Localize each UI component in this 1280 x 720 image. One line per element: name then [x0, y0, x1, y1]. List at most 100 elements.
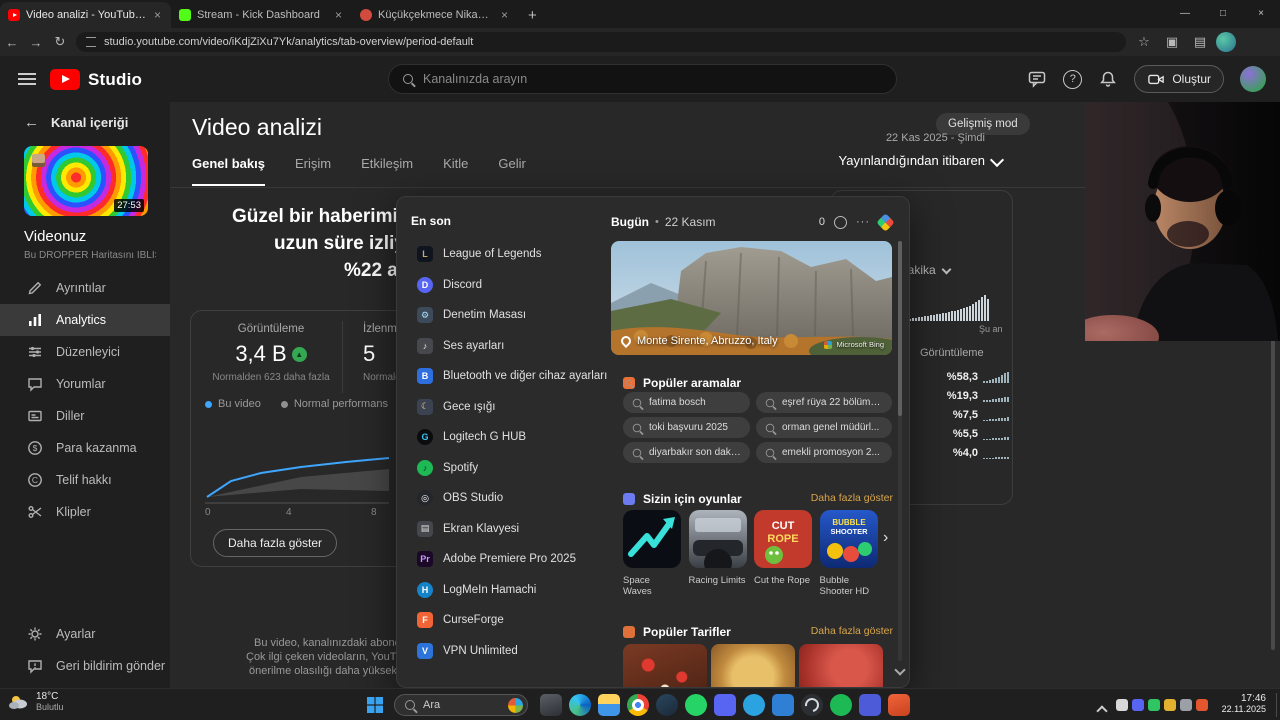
- analytics-tab-etkileşim[interactable]: Etkileşim: [361, 156, 413, 186]
- video-thumbnail[interactable]: 27:53: [24, 146, 148, 216]
- url-bar[interactable]: studio.youtube.com/video/iKdjZiXu7Yk/ana…: [76, 32, 1126, 52]
- more-options-icon[interactable]: ···: [856, 216, 870, 228]
- reading-list-icon[interactable]: ▤: [1188, 34, 1212, 50]
- explorer-icon[interactable]: [598, 694, 620, 716]
- recipe-thumbnail[interactable]: [711, 644, 795, 687]
- tray-icon-5[interactable]: [1180, 699, 1192, 711]
- tab-close-icon[interactable]: ×: [499, 8, 510, 22]
- taskbar-search-input[interactable]: Ara: [394, 694, 528, 716]
- back-icon[interactable]: ←: [0, 35, 24, 50]
- game-card-racing[interactable]: Racing Limits: [688, 510, 747, 597]
- refresh-icon[interactable]: [834, 215, 847, 229]
- analytics-tab-genel-bakış[interactable]: Genel bakış: [192, 156, 265, 186]
- sidebar-item-copyright[interactable]: C Telif hakkı: [0, 464, 170, 496]
- discord-icon[interactable]: [714, 694, 736, 716]
- bookmark-star-icon[interactable]: ☆: [1132, 34, 1156, 50]
- tray-icon-4[interactable]: [1164, 699, 1176, 711]
- start-button-icon[interactable]: [366, 696, 384, 714]
- steam-icon[interactable]: [656, 694, 678, 716]
- trending-search-chip[interactable]: emekli promosyon 2...: [756, 442, 892, 463]
- close-button[interactable]: ×: [1242, 0, 1280, 28]
- maximize-button[interactable]: □: [1204, 0, 1242, 28]
- sidebar-item-monetization[interactable]: $ Para kazanma: [0, 432, 170, 464]
- taskbar-weather[interactable]: 18°C Bulutlu: [8, 691, 64, 712]
- tray-icon-2[interactable]: [1132, 699, 1144, 711]
- browser-profile-avatar[interactable]: [1216, 32, 1236, 52]
- trending-search-chip[interactable]: eşref rüya 22 bölüm i...: [756, 392, 892, 413]
- help-icon[interactable]: ?: [1063, 69, 1083, 89]
- widgets-pinwheel-icon[interactable]: [876, 212, 895, 232]
- tray-icon-1[interactable]: [1116, 699, 1128, 711]
- recent-app-item[interactable]: ☾ Gece ışığı: [397, 392, 611, 423]
- telegram-icon[interactable]: [743, 694, 765, 716]
- bing-photo-card[interactable]: Monte Sirente, Abruzzo, Italy Microsoft …: [611, 241, 892, 355]
- taskbar-clock[interactable]: 17:46 22.11.2025: [1206, 693, 1266, 714]
- discord-alt-icon[interactable]: [859, 694, 881, 716]
- recent-app-item[interactable]: ♪ Ses ayarları: [397, 331, 611, 362]
- scroll-down-icon[interactable]: [894, 661, 906, 679]
- tray-icon-3[interactable]: [1148, 699, 1160, 711]
- edge-icon[interactable]: [569, 694, 591, 716]
- recent-app-item[interactable]: ♪ Spotify: [397, 453, 611, 484]
- create-button[interactable]: Oluştur: [1134, 65, 1224, 93]
- carousel-next-icon[interactable]: ›: [883, 529, 888, 547]
- recent-app-item[interactable]: H LogMeIn Hamachi: [397, 575, 611, 606]
- sidebar-item-details[interactable]: Ayrıntılar: [0, 272, 170, 304]
- sidebar-item-editor[interactable]: Düzenleyici: [0, 336, 170, 368]
- sidebar-item-settings[interactable]: Ayarlar: [0, 618, 170, 650]
- trending-search-chip[interactable]: diyarbakır son dakika: [623, 442, 750, 463]
- sidebar-item-analytics[interactable]: Analytics: [0, 304, 170, 336]
- chat-icon[interactable]: [1027, 69, 1047, 89]
- game-card-rope[interactable]: CUT ROPE Cut the Rope: [754, 510, 812, 597]
- channel-avatar[interactable]: [1240, 66, 1266, 92]
- recent-app-item[interactable]: L League of Legends: [397, 239, 611, 270]
- recent-app-item[interactable]: B Bluetooth ve diğer cihaz ayarları: [397, 361, 611, 392]
- reload-icon[interactable]: ↻: [48, 34, 72, 50]
- new-tab-button[interactable]: +: [518, 7, 547, 28]
- views-metric[interactable]: Görüntüleme 3,4 B ▲ Normalden 623 daha f…: [201, 323, 341, 383]
- recent-app-item[interactable]: G Logitech G HUB: [397, 422, 611, 453]
- recent-app-item[interactable]: Pr Adobe Premiere Pro 2025: [397, 544, 611, 575]
- sidebar-item-clips[interactable]: Klipler: [0, 496, 170, 528]
- monitor-icon[interactable]: [540, 694, 562, 716]
- curseforge-icon[interactable]: [888, 694, 910, 716]
- browser-tab-youtube-studio[interactable]: Video analizi - YouTube Studio ×: [0, 2, 171, 28]
- recent-app-item[interactable]: ◎ OBS Studio: [397, 483, 611, 514]
- game-card-space[interactable]: Space Waves: [623, 510, 681, 597]
- trending-search-chip[interactable]: toki başvuru 2025: [623, 417, 750, 438]
- game-card-bubble[interactable]: BUBBLE SHOOTER Bubble Shooter HD: [819, 510, 878, 597]
- sidebar-item-languages[interactable]: Diller: [0, 400, 170, 432]
- tab-close-icon[interactable]: ×: [333, 8, 344, 22]
- analytics-tab-gelir[interactable]: Gelir: [498, 156, 525, 186]
- widgets-scrollbar-thumb[interactable]: [898, 241, 902, 416]
- recipe-thumbnail[interactable]: [623, 644, 707, 687]
- show-desktop-button[interactable]: [1276, 693, 1280, 717]
- analytics-tab-erişim[interactable]: Erişim: [295, 156, 331, 186]
- period-selector[interactable]: 22 Kas 2025 - Şimdi Yayınlandığından iti…: [770, 132, 985, 168]
- chevron-down-icon[interactable]: [989, 152, 1005, 170]
- back-to-channel-content[interactable]: ← Kanal içeriği: [0, 110, 128, 134]
- recipes-show-more-link[interactable]: Daha fazla göster: [803, 625, 893, 637]
- recent-app-item[interactable]: D Discord: [397, 270, 611, 301]
- recent-app-item[interactable]: ▤ Ekran Klavyesi: [397, 514, 611, 545]
- show-more-button[interactable]: Daha fazla göster: [213, 529, 338, 557]
- youtube-logo-icon[interactable]: [50, 69, 80, 90]
- tray-expand-icon[interactable]: [1096, 702, 1108, 720]
- games-show-more-link[interactable]: Daha fazla göster: [803, 492, 893, 504]
- chrome-icon[interactable]: [627, 694, 649, 716]
- trending-search-chip[interactable]: fatima bosch: [623, 392, 750, 413]
- site-settings-icon[interactable]: [86, 37, 96, 47]
- recent-app-item[interactable]: ⚙ Denetim Masası: [397, 300, 611, 331]
- trending-search-chip[interactable]: orman genel müdürl...: [756, 417, 892, 438]
- analytics-tab-kitle[interactable]: Kitle: [443, 156, 468, 186]
- minimize-button[interactable]: —: [1166, 0, 1204, 28]
- sidebar-item-feedback[interactable]: Geri bildirim gönder: [0, 650, 170, 682]
- vscode-icon[interactable]: [772, 694, 794, 716]
- forward-icon[interactable]: →: [24, 35, 48, 50]
- recipe-thumbnail[interactable]: [799, 644, 883, 687]
- recent-app-item[interactable]: F CurseForge: [397, 605, 611, 636]
- side-panel-icon[interactable]: ▣: [1160, 34, 1184, 50]
- obs-icon[interactable]: [801, 694, 823, 716]
- studio-search-input[interactable]: Kanalınızda arayın: [388, 64, 897, 94]
- hamburger-menu-icon[interactable]: [18, 73, 36, 75]
